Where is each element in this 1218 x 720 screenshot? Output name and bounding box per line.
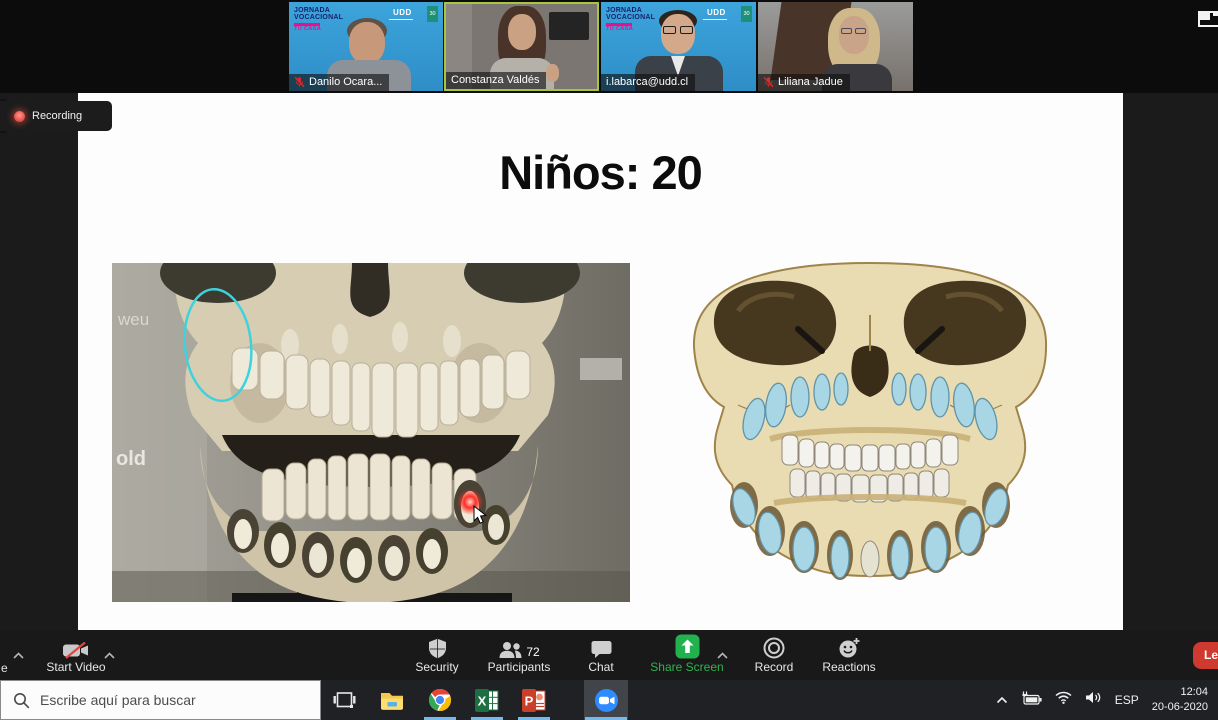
chat-icon (591, 640, 612, 659)
glasses-icon (841, 28, 852, 34)
glasses-icon (663, 26, 676, 34)
video-tile-ilabarca[interactable]: JORNADA VOCACIONAL TU CASA UDD 30 i.laba… (601, 2, 756, 91)
slide-title: Niños: 20 (78, 145, 1123, 200)
view-layout-icon (1198, 11, 1218, 28)
participant-name: Liliana Jadue (778, 76, 843, 88)
system-tray: ESP 12:04 20-06-2020 (996, 680, 1218, 720)
video-tile-constanza[interactable]: Constanza Valdés (444, 2, 599, 91)
svg-text:P: P (525, 693, 534, 708)
mic-muted-icon (294, 76, 305, 88)
recording-label: Recording (32, 110, 82, 122)
photo-bg-text: old (116, 448, 146, 470)
recording-dot-icon (14, 111, 25, 122)
task-view-button[interactable] (322, 680, 366, 720)
udd-logo: UDD (707, 8, 726, 17)
meeting-stage: Niños: 20 weu old (0, 93, 1218, 630)
record-icon (763, 637, 785, 659)
svg-text:X: X (478, 693, 487, 708)
participants-icon (498, 641, 523, 659)
video-tile-danilo[interactable]: JORNADA VOCACIONAL TU CASA UDD 30 Danilo… (289, 2, 443, 91)
chevron-up-icon[interactable] (104, 646, 115, 664)
zoom-app-button[interactable] (584, 680, 628, 720)
taskbar-clock[interactable]: 12:04 20-06-2020 (1152, 685, 1208, 715)
child-skull-illustration (678, 255, 1062, 587)
recording-indicator: Recording (0, 101, 112, 131)
volume-status[interactable] (1085, 691, 1102, 709)
participants-count: 72 (526, 645, 539, 659)
participant-name-bar: Danilo Ocara... (289, 74, 389, 91)
excel-icon: X (475, 689, 499, 712)
participant-name: Constanza Valdés (451, 74, 539, 86)
shared-screen-slide: Niños: 20 weu old (78, 93, 1123, 630)
participant-name-bar: Constanza Valdés (446, 72, 546, 89)
participant-name-bar: i.labarca@udd.cl (601, 74, 695, 91)
powerpoint-icon: P (522, 689, 546, 712)
participant-name-bar: Liliana Jadue (758, 74, 850, 91)
battery-status[interactable] (1021, 691, 1042, 710)
mute-button-label-fragment[interactable]: e (1, 661, 8, 675)
udd-logo: UDD (393, 8, 412, 17)
chrome-icon (428, 688, 452, 712)
video-tile-liliana[interactable]: Liliana Jadue (758, 2, 913, 91)
taskbar-search[interactable] (0, 680, 321, 720)
shield-icon (428, 638, 447, 659)
search-icon (13, 692, 30, 709)
file-explorer-button[interactable] (370, 680, 414, 720)
windows-taskbar: X P (0, 680, 1218, 720)
reactions-icon (838, 637, 861, 659)
video-strip: JORNADA VOCACIONAL TU CASA UDD 30 Danilo… (0, 0, 1218, 93)
share-screen-icon (675, 634, 700, 659)
search-input[interactable] (40, 692, 300, 708)
network-status[interactable] (1055, 691, 1072, 709)
clock-date: 20-06-2020 (1152, 700, 1208, 715)
udd-30-badge: 30 (741, 6, 752, 22)
zoom-meeting-window: JORNADA VOCACIONAL TU CASA UDD 30 Danilo… (0, 0, 1218, 720)
zoom-app-icon (594, 688, 619, 713)
task-view-icon (333, 691, 356, 709)
reactions-button[interactable]: Reactions (801, 630, 897, 674)
battery-icon (1021, 691, 1042, 705)
udd-30-badge: 30 (427, 6, 438, 22)
language-indicator[interactable]: ESP (1115, 693, 1139, 707)
zoom-toolbar: e Start Video (0, 630, 1218, 680)
leave-button[interactable]: Lea (1193, 642, 1218, 669)
chevron-up-icon[interactable] (13, 646, 24, 664)
video-off-icon (62, 642, 90, 659)
jornada-branding: JORNADA VOCACIONAL TU CASA (606, 7, 655, 32)
child-skull-photo: weu old (112, 263, 630, 602)
tv-on-wall (549, 12, 589, 40)
volume-icon (1085, 691, 1102, 704)
participant-name: i.labarca@udd.cl (606, 76, 688, 88)
tray-chevron-icon (996, 696, 1008, 704)
jornada-branding: JORNADA VOCACIONAL TU CASA (294, 7, 343, 32)
chrome-button[interactable] (418, 680, 462, 720)
chat-button[interactable]: Chat (553, 630, 649, 674)
powerpoint-button[interactable]: P (512, 680, 556, 720)
tray-hidden-icons-button[interactable] (996, 691, 1008, 709)
excel-button[interactable]: X (465, 680, 509, 720)
hand (546, 64, 559, 82)
photo-bg-text: weu (117, 310, 149, 329)
mic-muted-icon (763, 76, 774, 88)
view-layout-button[interactable] (1198, 11, 1218, 28)
file-explorer-icon (380, 691, 404, 710)
clock-time: 12:04 (1152, 685, 1208, 700)
wifi-icon (1055, 691, 1072, 704)
participant-name: Danilo Ocara... (309, 76, 382, 88)
